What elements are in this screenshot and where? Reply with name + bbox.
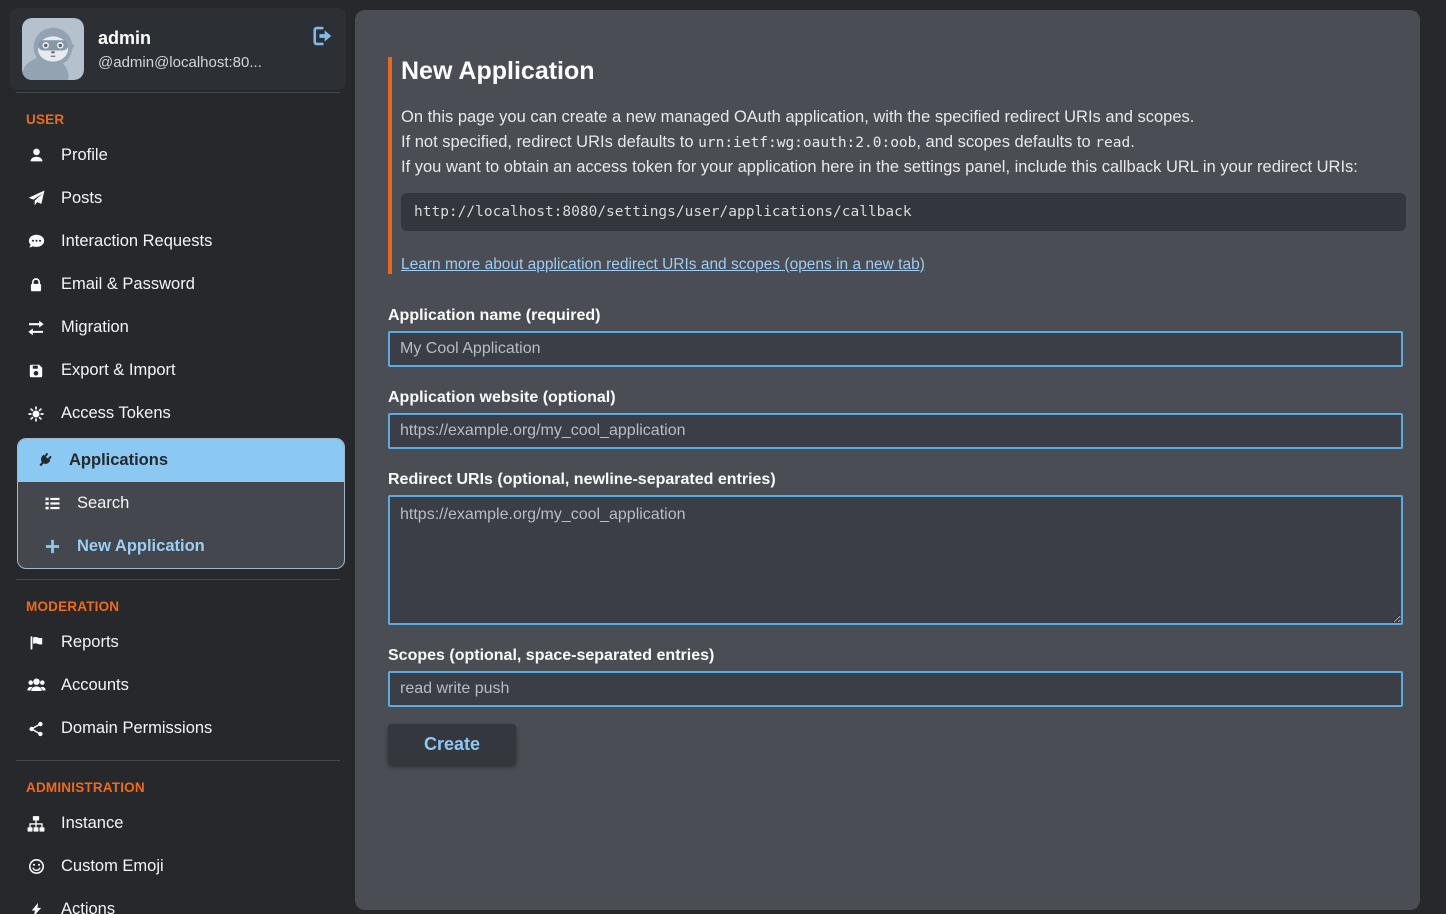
learn-more-link[interactable]: Learn more about application redirect UR…	[401, 256, 925, 274]
seal-icon	[26, 406, 46, 422]
floppy-disk-icon	[26, 363, 46, 379]
sign-out-icon[interactable]	[312, 25, 334, 52]
section-header-moderation: MODERATION	[26, 599, 346, 614]
scopes-field-group: Scopes (optional, space-separated entrie…	[388, 647, 1403, 707]
sidebar-item-label: Instance	[61, 814, 123, 833]
arrows-left-right-icon	[26, 319, 46, 337]
intro-line-2: If not specified, redirect URIs defaults…	[401, 130, 1403, 156]
user-card: admin @admin@localhost:80...	[10, 8, 346, 90]
comment-dots-icon	[26, 233, 46, 250]
scopes-input[interactable]	[388, 671, 1403, 707]
sidebar-item-accounts[interactable]: Accounts	[10, 664, 346, 707]
sidebar-item-applications[interactable]: Applications	[18, 439, 344, 482]
intro-line-1: On this page you can create a new manage…	[401, 105, 1403, 130]
sidebar-item-access-tokens[interactable]: Access Tokens	[10, 392, 346, 435]
divider	[16, 92, 340, 93]
redirect-uris-textarea[interactable]	[388, 495, 1403, 625]
bolt-icon	[26, 902, 46, 914]
sidebar-item-label: Access Tokens	[61, 404, 171, 423]
sidebar-item-profile[interactable]: Profile	[10, 134, 346, 177]
sidebar-item-domain-permissions[interactable]: Domain Permissions	[10, 707, 346, 750]
sitemap-icon	[26, 815, 46, 833]
sidebar-item-label: Export & Import	[61, 361, 176, 380]
users-icon	[26, 676, 46, 695]
plug-icon	[34, 452, 54, 469]
sidebar-item-custom-emoji[interactable]: Custom Emoji	[10, 845, 346, 888]
inline-code-oob: urn:ietf:wg:oauth:2.0:oob	[698, 135, 916, 151]
section-header-user: USER	[26, 112, 346, 127]
sidebar: admin @admin@localhost:80... USER Profil…	[0, 0, 355, 914]
main-panel: New Application On this page you can cre…	[355, 10, 1420, 910]
sidebar-item-label: Applications	[69, 451, 168, 470]
sidebar-item-label: New Application	[77, 537, 205, 556]
application-name-input[interactable]	[388, 331, 1403, 367]
scopes-label: Scopes (optional, space-separated entrie…	[388, 647, 1403, 665]
flag-icon	[26, 635, 46, 651]
paper-plane-icon	[26, 190, 46, 207]
sidebar-item-applications-search[interactable]: Search	[18, 482, 344, 525]
sidebar-item-label: Posts	[61, 189, 102, 208]
sidebar-item-actions[interactable]: Actions	[10, 888, 346, 914]
intro-line-3: If you want to obtain an access token fo…	[401, 155, 1403, 180]
sidebar-item-label: Reports	[61, 633, 119, 652]
page-title: New Application	[401, 57, 1403, 86]
sidebar-item-label: Custom Emoji	[61, 857, 164, 876]
application-name-field-group: Application name (required)	[388, 307, 1403, 367]
sidebar-item-label: Profile	[61, 146, 108, 165]
callback-url-code-block: http://localhost:8080/settings/user/appl…	[401, 193, 1406, 231]
username: admin	[98, 28, 298, 49]
plus-icon	[42, 538, 62, 555]
redirect-uris-label: Redirect URIs (optional, newline-separat…	[388, 471, 1403, 489]
sidebar-item-label: Email & Password	[61, 275, 195, 294]
sidebar-item-posts[interactable]: Posts	[10, 177, 346, 220]
section-header-administration: ADMINISTRATION	[26, 780, 346, 795]
sidebar-item-label: Actions	[61, 900, 115, 914]
user-info: admin @admin@localhost:80...	[98, 28, 298, 71]
application-website-input[interactable]	[388, 413, 1403, 449]
sidebar-item-reports[interactable]: Reports	[10, 621, 346, 664]
application-website-field-group: Application website (optional)	[388, 389, 1403, 449]
sidebar-item-label: Domain Permissions	[61, 719, 212, 738]
sidebar-item-applications-new[interactable]: New Application	[18, 525, 344, 568]
create-button[interactable]: Create	[388, 724, 516, 765]
sidebar-item-label: Accounts	[61, 676, 129, 695]
sidebar-item-label: Migration	[61, 318, 129, 337]
redirect-uris-field-group: Redirect URIs (optional, newline-separat…	[388, 471, 1403, 625]
sloth-avatar	[22, 18, 84, 80]
sidebar-item-migration[interactable]: Migration	[10, 306, 346, 349]
divider	[16, 760, 340, 761]
page-intro-block: New Application On this page you can cre…	[388, 57, 1403, 274]
applications-group: Applications Search New Application	[17, 438, 345, 569]
sidebar-item-export-import[interactable]: Export & Import	[10, 349, 346, 392]
user-icon	[26, 147, 46, 164]
list-icon	[42, 495, 62, 512]
lock-icon	[26, 277, 46, 293]
sidebar-item-label: Interaction Requests	[61, 232, 212, 251]
application-website-label: Application website (optional)	[388, 389, 1403, 407]
sidebar-item-email-password[interactable]: Email & Password	[10, 263, 346, 306]
sidebar-item-interaction-requests[interactable]: Interaction Requests	[10, 220, 346, 263]
sidebar-item-label: Search	[77, 494, 129, 513]
user-handle: @admin@localhost:80...	[98, 54, 298, 71]
smiley-icon	[26, 858, 46, 875]
sidebar-item-instance[interactable]: Instance	[10, 802, 346, 845]
inline-code-read: read	[1095, 135, 1130, 151]
share-nodes-icon	[26, 721, 46, 737]
new-application-form: Application name (required) Application …	[388, 307, 1403, 765]
divider	[16, 579, 340, 580]
application-name-label: Application name (required)	[388, 307, 1403, 325]
